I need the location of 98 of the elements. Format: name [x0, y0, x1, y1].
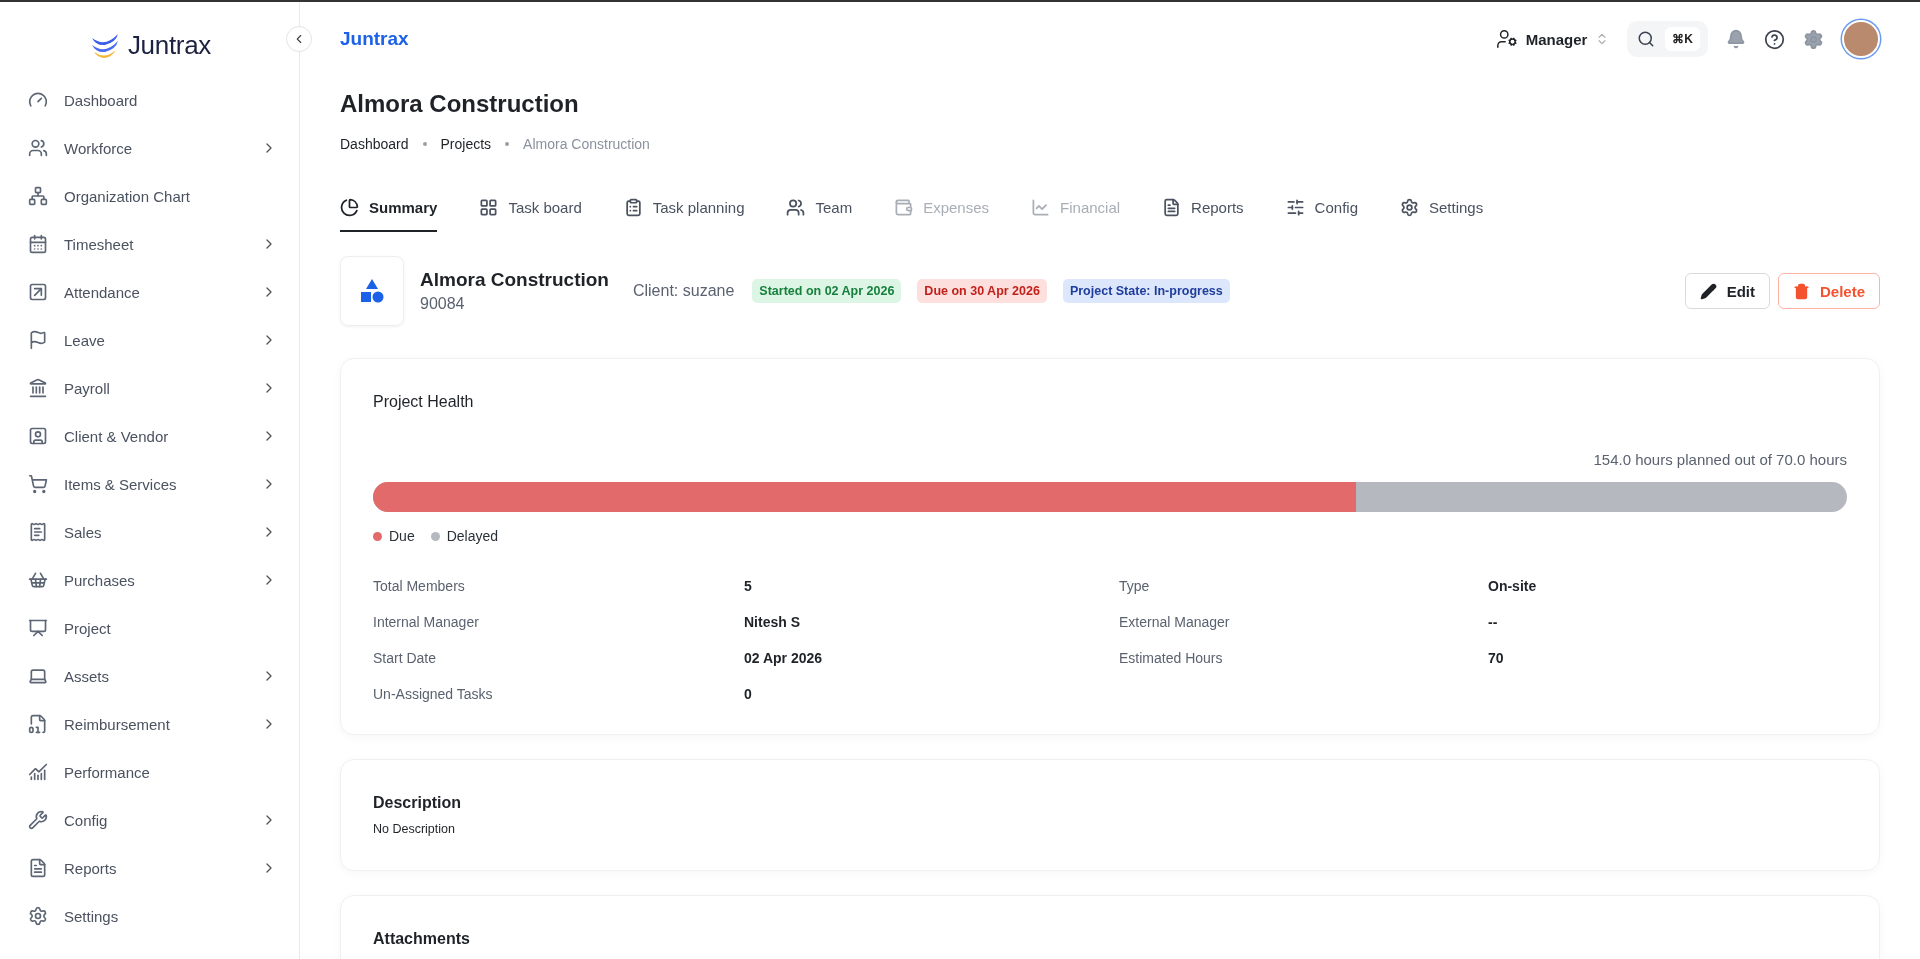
user-icon	[1495, 28, 1518, 50]
tab[interactable]: Config	[1285, 198, 1358, 232]
sidebar-item[interactable]: Sales	[0, 508, 299, 556]
detail-value: --	[1488, 614, 1499, 630]
avatar[interactable]	[1842, 20, 1880, 58]
sidebar-item-icon	[28, 762, 48, 782]
sidebar-item[interactable]: Dashboard	[0, 76, 299, 124]
breadcrumb-link[interactable]: Dashboard	[340, 136, 409, 152]
card-title: Project Health	[373, 393, 475, 411]
page-title: Almora Construction	[340, 90, 580, 118]
sidebar-item-icon	[28, 186, 48, 206]
sidebar-item[interactable]: Client & Vendor	[0, 412, 299, 460]
sidebar-item[interactable]: Config	[0, 796, 299, 844]
detail-label: Type	[1119, 578, 1151, 594]
legend-label: Due	[389, 528, 415, 544]
sidebar-item-icon	[28, 858, 48, 878]
sidebar-item[interactable]: Reports	[0, 844, 299, 892]
logo-text: Juntrax	[127, 29, 212, 61]
role-switcher[interactable]: Manager	[1495, 28, 1610, 50]
sidebar-item-icon	[28, 570, 48, 590]
detail-value: 0	[744, 686, 753, 702]
tab-icon	[1162, 198, 1182, 217]
status-badge: Project State: In-progress	[1062, 279, 1230, 303]
client-name: Client: suzane	[632, 282, 735, 300]
detail-label: Internal Manager	[373, 614, 480, 630]
sidebar-item[interactable]: Settings	[0, 892, 299, 940]
sidebar-item[interactable]: Performance	[0, 748, 299, 796]
tab-icon	[340, 198, 359, 217]
tab[interactable]: Reports	[1162, 198, 1244, 232]
sidebar-item[interactable]: Leave	[0, 316, 299, 364]
project-name: Almora Construction	[420, 269, 609, 291]
detail-value: 02 Apr 2026	[744, 650, 824, 666]
tab[interactable]: Task board	[479, 198, 582, 232]
tab-icon	[623, 198, 643, 217]
sidebar-item-icon	[28, 90, 48, 110]
detail-label: Estimated Hours	[1119, 650, 1224, 666]
pencil-icon	[1699, 282, 1717, 300]
project-code: 90084	[420, 295, 466, 313]
legend-label: Delayed	[446, 528, 499, 544]
detail-label: Un-Assigned Tasks	[373, 686, 494, 702]
notifications-button[interactable]	[1726, 29, 1746, 49]
sidebar-item-icon	[28, 330, 48, 350]
sidebar-item-icon	[28, 906, 48, 926]
sidebar-item[interactable]: Items & Services	[0, 460, 299, 508]
tab-icon	[786, 198, 806, 217]
tab-icon	[1031, 198, 1051, 217]
card-title: Description	[373, 794, 462, 812]
status-badge: Due on 30 Apr 2026	[917, 279, 1047, 303]
sidebar-item-icon	[28, 714, 48, 734]
sidebar-item-icon	[28, 474, 48, 494]
search-icon	[1637, 30, 1656, 48]
sidebar-item[interactable]: Purchases	[0, 556, 299, 604]
sidebar-item[interactable]: Attendance	[0, 268, 299, 316]
sidebar-item[interactable]: Workforce	[0, 124, 299, 172]
tab-icon	[479, 198, 499, 217]
sidebar-item[interactable]: Organization Chart	[0, 172, 299, 220]
sidebar-item-icon	[28, 138, 48, 158]
sidebar-item-icon	[28, 666, 48, 686]
detail-value: On-site	[1488, 578, 1538, 594]
collapse-sidebar-button[interactable]	[286, 26, 312, 52]
sidebar-item[interactable]: Assets	[0, 652, 299, 700]
shortcut-key: ⌘K	[1665, 27, 1700, 51]
detail-value: 70	[1488, 650, 1505, 666]
sidebar-item-icon	[28, 378, 48, 398]
help-button[interactable]	[1764, 28, 1785, 50]
edit-button[interactable]: Edit	[1684, 273, 1770, 309]
tab[interactable]: Team	[786, 198, 853, 232]
sidebar-item[interactable]: Timesheet	[0, 220, 299, 268]
detail-label: Total Members	[373, 578, 466, 594]
shapes-icon	[359, 278, 385, 304]
sidebar-item-icon	[28, 618, 48, 638]
tab[interactable]: Task planning	[623, 198, 745, 232]
tab-icon	[894, 198, 914, 217]
sidebar-item-icon	[28, 234, 48, 254]
sidebar-item-icon	[28, 810, 48, 830]
detail-value: Nitesh S	[744, 614, 801, 630]
tab[interactable]: Settings	[1399, 198, 1484, 232]
detail-label: External Manager	[1119, 614, 1231, 630]
card-title: Attachments	[373, 930, 471, 948]
tab[interactable]: Summary	[340, 198, 438, 232]
breadcrumb-link[interactable]: Projects	[440, 136, 492, 152]
sidebar-item[interactable]: Payroll	[0, 364, 299, 412]
detail-value: 5	[744, 578, 753, 594]
detail-label: Start Date	[373, 650, 438, 666]
trash-icon	[1792, 282, 1810, 300]
search-button[interactable]: ⌘K	[1627, 21, 1708, 57]
sidebar-item[interactable]: Reimbursement	[0, 700, 299, 748]
sidebar-item-icon	[28, 282, 48, 302]
sidebar-item[interactable]: Project	[0, 604, 299, 652]
tab-icon	[1399, 198, 1419, 217]
sidebar-item-icon	[28, 522, 48, 542]
status-badge: Started on 02 Apr 2026	[752, 279, 902, 303]
tab-icon	[1285, 198, 1305, 217]
hours-summary: 154.0 hours planned out of 70.0 hours	[1592, 451, 1847, 468]
sidebar-item-icon	[28, 426, 48, 446]
description-text: No Description	[373, 822, 456, 836]
settings-button[interactable]	[1803, 28, 1824, 50]
brand-link[interactable]: Juntrax	[340, 28, 409, 50]
